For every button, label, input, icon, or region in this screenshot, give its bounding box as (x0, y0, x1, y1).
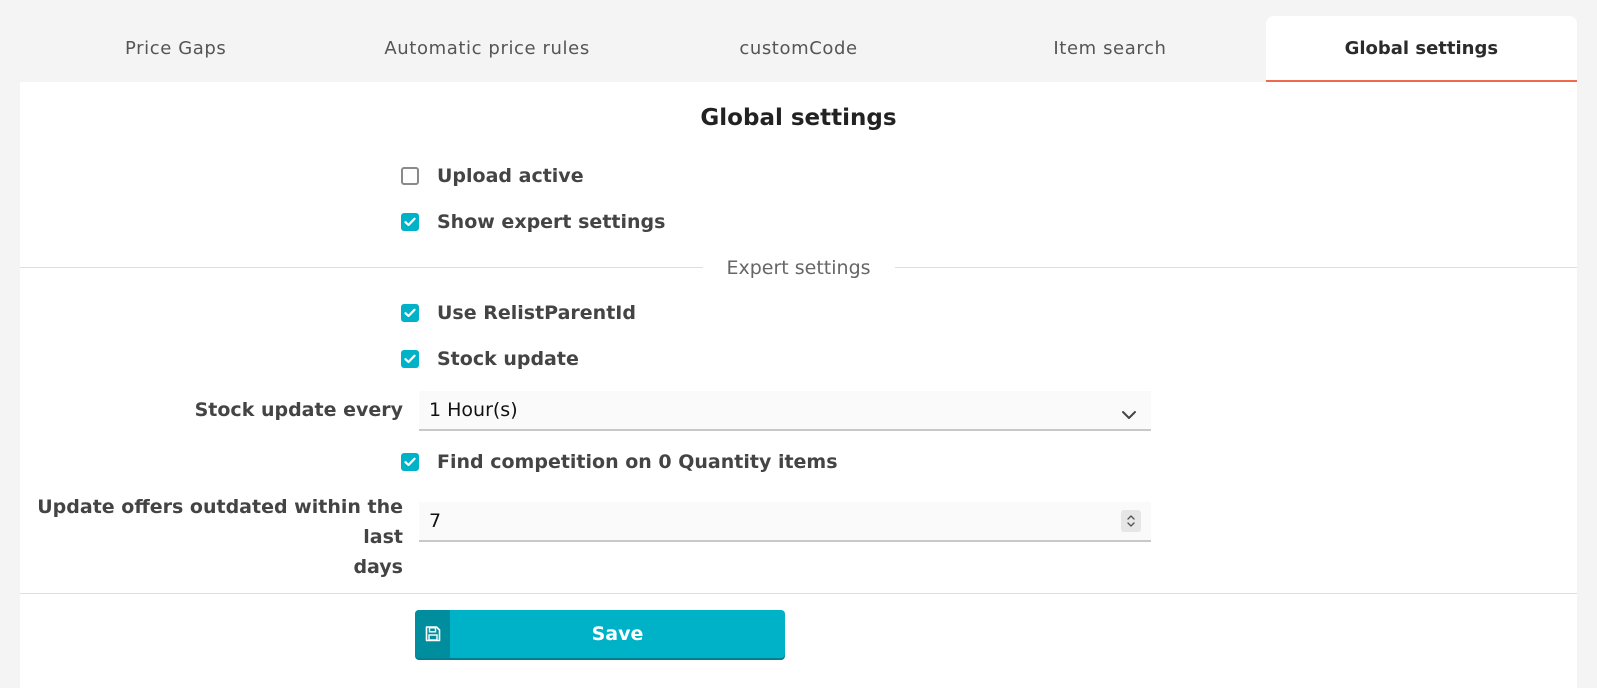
update-offers-label-line1: Update offers outdated within the last (37, 496, 403, 548)
tab-item-search[interactable]: Item search (954, 16, 1265, 80)
stock-update-every-select[interactable]: 1 Hour(s) (419, 391, 1151, 431)
spinner-arrows-icon[interactable] (1121, 510, 1141, 532)
stock-update-checkbox[interactable] (401, 350, 419, 368)
stock-update-label: Stock update (437, 348, 579, 370)
show-expert-row[interactable]: Show expert settings (389, 210, 665, 234)
save-button-label: Save (591, 623, 644, 645)
checkmark-icon (404, 217, 416, 227)
page-root: Price Gaps Automatic price rules customC… (0, 0, 1597, 688)
update-offers-label: Update offers outdated within the last d… (20, 492, 403, 582)
tab-bar: Price Gaps Automatic price rules customC… (20, 16, 1578, 82)
checkmark-icon (404, 354, 416, 364)
footer-divider (20, 593, 1577, 594)
tab-label: Automatic price rules (384, 37, 590, 59)
tab-label: Item search (1053, 37, 1167, 59)
panel-title: Global settings (700, 105, 897, 131)
settings-panel: Global settings Upload active Show exper… (20, 82, 1577, 688)
use-relist-label: Use RelistParentId (437, 302, 636, 324)
chevron-down-icon (1121, 403, 1137, 425)
expert-settings-heading: Expert settings (702, 257, 895, 279)
use-relist-row[interactable]: Use RelistParentId (389, 301, 636, 325)
upload-active-row[interactable]: Upload active (389, 164, 584, 188)
tab-label: Price Gaps (124, 37, 227, 59)
floppy-disk-icon (415, 610, 450, 658)
save-button[interactable]: Save (415, 610, 785, 658)
find-competition-row[interactable]: Find competition on 0 Quantity items (389, 450, 838, 474)
select-value: 1 Hour(s) (429, 399, 518, 421)
update-offers-label-line2: days (353, 556, 403, 578)
find-competition-checkbox[interactable] (401, 453, 419, 471)
tab-global-settings[interactable]: Global settings (1265, 16, 1578, 82)
find-competition-label: Find competition on 0 Quantity items (437, 451, 838, 473)
stock-update-every-label: Stock update every (194, 399, 403, 421)
upload-active-label: Upload active (437, 165, 584, 187)
tab-automatic-price-rules[interactable]: Automatic price rules (331, 16, 642, 80)
number-value: 7 (429, 510, 442, 532)
show-expert-label: Show expert settings (437, 211, 666, 233)
use-relist-checkbox[interactable] (401, 304, 419, 322)
checkmark-icon (404, 457, 416, 467)
checkmark-icon (404, 308, 416, 318)
tab-label: customCode (739, 37, 858, 59)
show-expert-checkbox[interactable] (401, 213, 419, 231)
update-offers-days-input[interactable]: 7 (419, 502, 1151, 542)
stock-update-row[interactable]: Stock update (389, 347, 579, 371)
upload-active-checkbox[interactable] (401, 167, 419, 185)
tab-custom-code[interactable]: customCode (643, 16, 954, 80)
tab-price-gaps[interactable]: Price Gaps (20, 16, 331, 80)
tab-label: Global settings (1344, 37, 1499, 59)
